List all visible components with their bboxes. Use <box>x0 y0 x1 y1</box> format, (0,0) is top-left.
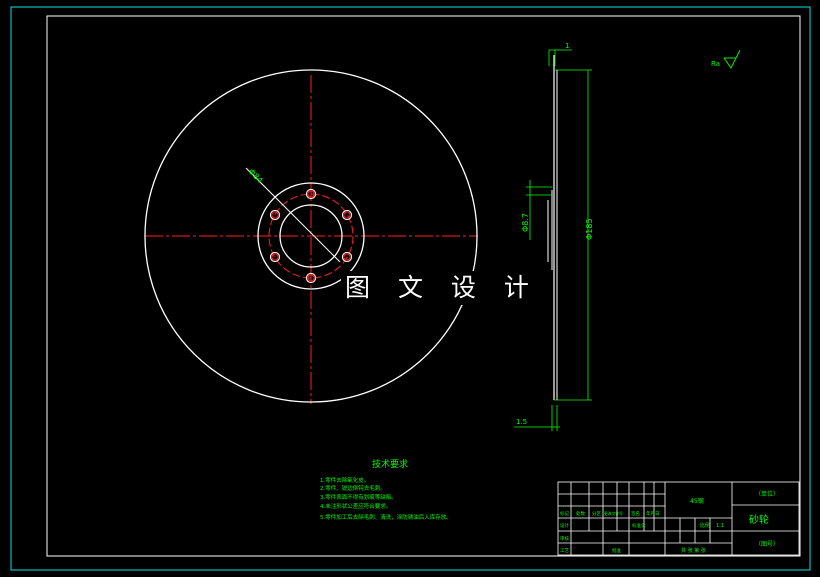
row-label: 分区 <box>592 510 601 517</box>
tech-title: 技术要求 <box>372 458 408 470</box>
material-label: 45钢 <box>690 497 704 505</box>
row-label: 处数 <box>576 510 585 517</box>
tech-item: 1.零件去除氧化皮。 <box>320 476 369 484</box>
designer-label: 设计 <box>560 522 569 529</box>
tech-item: 3.零件表面不得有划痕等缺陷。 <box>320 493 397 501</box>
watermark-text: 图 文 设 计 <box>341 271 543 305</box>
tech-item: 2.零件、锐边倒钝去毛刺。 <box>320 484 386 492</box>
approve-label: 批准 <box>612 547 621 554</box>
part-name: 砂轮 <box>749 513 769 526</box>
thickness-bottom-label: 1.5 <box>516 418 527 426</box>
outer-dia-label: Φ185 <box>585 218 594 240</box>
craft-label: 工艺 <box>560 548 569 554</box>
tech-item: 4.未注形状公差应符合要求。 <box>320 502 391 510</box>
drawing-no: （图号） <box>755 541 779 548</box>
company-label: （单位） <box>755 490 779 498</box>
ratio-label: 比例 <box>700 522 710 529</box>
reviewer-label: 审核 <box>560 535 569 542</box>
row-label: 签名 <box>631 510 640 517</box>
tech-item: 5.零件加工后去除毛刺、清洗，涂防锈油后入库存放。 <box>320 513 452 521</box>
ratio-value: 1:1 <box>716 523 724 529</box>
row-label: 标记 <box>560 510 569 517</box>
row-label: 更改文件号 <box>604 511 623 516</box>
roughness-label: Ra <box>711 60 720 68</box>
row-label: 年月日 <box>646 510 660 517</box>
thickness-top-label: 1 <box>565 42 569 50</box>
sheet-label: 共 张 第 张 <box>681 547 706 554</box>
standard-label: 标准化 <box>632 522 646 529</box>
hub-dia-label: Φ8.7 <box>521 213 530 232</box>
